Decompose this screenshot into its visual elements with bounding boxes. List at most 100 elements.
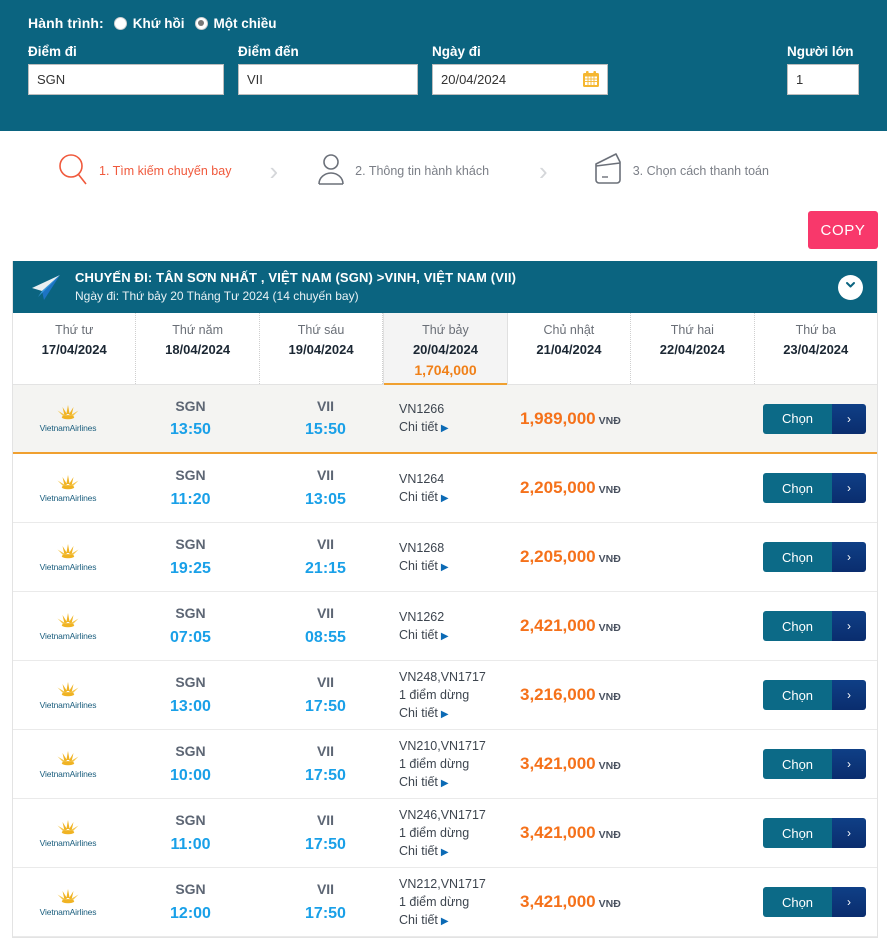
step-separator-1: ›: [269, 158, 278, 184]
choose-flight-button[interactable]: Chọn›: [763, 611, 866, 641]
departure-time: 13:00: [123, 695, 258, 719]
origin-input[interactable]: [28, 64, 224, 95]
date-tab-date: 22/04/2024: [631, 340, 753, 360]
choose-flight-label: Chọn: [763, 818, 832, 848]
date-tab-17-04-2024[interactable]: Thứ tư17/04/2024: [13, 313, 136, 384]
flight-detail-label: Chi tiết: [399, 913, 438, 927]
price-cell: 1,989,000VNĐ: [518, 409, 752, 429]
airline-logo: VietnamAirlines: [13, 543, 123, 572]
date-tab-18-04-2024[interactable]: Thứ năm18/04/2024: [136, 313, 259, 384]
stops-label: 1 điểm dừng: [399, 755, 518, 773]
airline-logo: VietnamAirlines: [13, 888, 123, 917]
date-tab-20-04-2024[interactable]: Thứ bảy20/04/20241,704,000: [383, 313, 507, 384]
price-currency: VNĐ: [599, 898, 621, 910]
destination-input[interactable]: [238, 64, 418, 95]
departure-cell: SGN11:00: [123, 809, 258, 856]
airline-name: VietnamAirlines: [40, 838, 97, 848]
flight-detail-label: Chi tiết: [399, 775, 438, 789]
radio-oneway-dot[interactable]: [195, 17, 208, 30]
destination-code: VII: [258, 395, 393, 418]
choose-flight-button[interactable]: Chọn›: [763, 887, 866, 917]
destination-code: VII: [258, 740, 393, 763]
search-icon: [56, 151, 90, 192]
choose-flight-button[interactable]: Chọn›: [763, 818, 866, 848]
origin-field-group: Điểm đi: [28, 44, 224, 95]
flight-number: VN246,VN1717: [399, 806, 518, 824]
flight-detail-link[interactable]: Chi tiết▶: [399, 842, 518, 861]
stops-label: 1 điểm dừng: [399, 686, 518, 704]
radio-roundtrip-dot[interactable]: [114, 17, 127, 30]
flight-detail-link[interactable]: Chi tiết▶: [399, 488, 518, 507]
date-tab-dow: Thứ năm: [136, 321, 258, 340]
chevron-right-icon: ›: [832, 680, 866, 710]
date-tab-19-04-2024[interactable]: Thứ sáu19/04/2024: [260, 313, 383, 384]
flight-detail-link[interactable]: Chi tiết▶: [399, 704, 518, 723]
arrival-cell: VII17:50: [258, 671, 393, 718]
flight-detail-link[interactable]: Chi tiết▶: [399, 773, 518, 792]
departure-time: 13:50: [123, 418, 258, 442]
step-search-flight[interactable]: 1. Tìm kiếm chuyến bay: [56, 151, 231, 192]
airline-logo: VietnamAirlines: [13, 681, 123, 710]
choose-flight-button[interactable]: Chọn›: [763, 749, 866, 779]
destination-code: VII: [258, 878, 393, 901]
price-amount: 2,205,000: [520, 547, 596, 566]
choose-flight-button[interactable]: Chọn›: [763, 680, 866, 710]
departure-time: 19:25: [123, 557, 258, 581]
card-icon: [592, 152, 624, 191]
search-fields-row: Điểm đi Điểm đến Ngày đi: [28, 44, 859, 95]
flight-detail-link[interactable]: Chi tiết▶: [399, 911, 518, 930]
collapse-toggle[interactable]: [838, 275, 863, 300]
date-tab-dow: Thứ hai: [631, 321, 753, 340]
choose-flight-button[interactable]: Chọn›: [763, 404, 866, 434]
action-cell: Chọn›: [752, 611, 877, 641]
chevron-right-icon: ›: [832, 404, 866, 434]
flight-number: VN212,VN1717: [399, 875, 518, 893]
choose-flight-button[interactable]: Chọn›: [763, 542, 866, 572]
flight-results-panel: CHUYẾN ĐI: TÂN SƠN NHẤT , VIỆT NAM (SGN)…: [12, 261, 878, 938]
date-tab-21-04-2024[interactable]: Chủ nhật21/04/2024: [508, 313, 631, 384]
price-currency: VNĐ: [599, 760, 621, 772]
stops-label: 1 điểm dừng: [399, 824, 518, 842]
depart-date-label: Ngày đi: [432, 44, 608, 59]
stops-label: 1 điểm dừng: [399, 893, 518, 911]
flight-row: VietnamAirlinesSGN11:20VII13:05VN1264Chi…: [13, 454, 877, 523]
price-currency: VNĐ: [599, 484, 621, 496]
adults-input[interactable]: [787, 64, 859, 95]
flight-info-cell: VN1268Chi tiết▶: [393, 539, 518, 576]
arrival-time: 15:50: [258, 418, 393, 442]
radio-oneway[interactable]: Một chiều: [195, 16, 277, 31]
copy-button[interactable]: COPY: [808, 211, 878, 249]
price-cell: 3,421,000VNĐ: [518, 823, 752, 843]
airline-logo: VietnamAirlines: [13, 474, 123, 503]
flight-detail-link[interactable]: Chi tiết▶: [399, 557, 518, 576]
flight-detail-label: Chi tiết: [399, 706, 438, 720]
flight-detail-link[interactable]: Chi tiết▶: [399, 418, 518, 437]
origin-code: SGN: [123, 671, 258, 694]
triangle-right-icon: ▶: [441, 493, 449, 504]
arrival-time: 17:50: [258, 764, 393, 788]
radio-oneway-label: Một chiều: [214, 16, 277, 31]
flight-list: VietnamAirlinesSGN13:50VII15:50VN1266Chi…: [13, 385, 877, 937]
flight-info-cell: VN1264Chi tiết▶: [393, 470, 518, 507]
flight-row: VietnamAirlinesSGN19:25VII21:15VN1268Chi…: [13, 523, 877, 592]
triangle-right-icon: ▶: [441, 847, 449, 858]
price-amount: 2,205,000: [520, 478, 596, 497]
step-payment-method[interactable]: 3. Chọn cách thanh toán: [592, 152, 769, 191]
airline-name: VietnamAirlines: [40, 562, 97, 572]
date-tab-date: 20/04/2024: [384, 340, 506, 360]
origin-code: SGN: [123, 602, 258, 625]
flight-detail-link[interactable]: Chi tiết▶: [399, 626, 518, 645]
trip-subtitle: Ngày đi: Thứ bảy 20 Tháng Tư 2024 (14 ch…: [75, 288, 838, 305]
radio-roundtrip[interactable]: Khứ hồi: [114, 16, 185, 31]
chevron-right-icon: ›: [832, 818, 866, 848]
date-tab-23-04-2024[interactable]: Thứ ba23/04/2024: [755, 313, 877, 384]
choose-flight-button[interactable]: Chọn›: [763, 473, 866, 503]
depart-date-input[interactable]: [432, 64, 608, 95]
copy-toolbar: COPY: [0, 211, 887, 255]
date-tab-22-04-2024[interactable]: Thứ hai22/04/2024: [631, 313, 754, 384]
adults-label: Người lớn: [787, 44, 859, 59]
price-currency: VNĐ: [599, 829, 621, 841]
date-tab-date: 17/04/2024: [13, 340, 135, 360]
step-passenger-info[interactable]: 2. Thông tin hành khách: [316, 151, 489, 192]
departure-cell: SGN12:00: [123, 878, 258, 925]
